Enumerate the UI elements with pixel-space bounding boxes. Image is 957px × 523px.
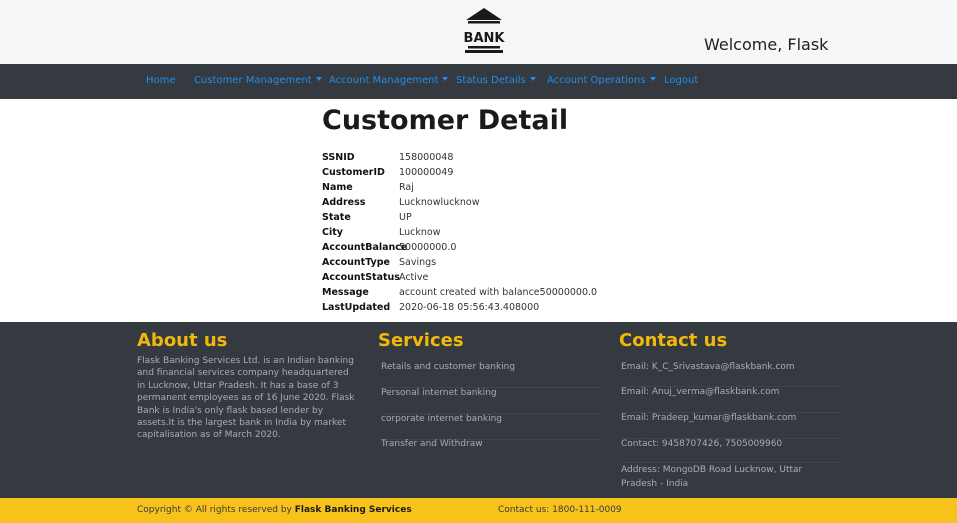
chevron-down-icon bbox=[442, 77, 449, 81]
detail-value: Lucknow bbox=[399, 227, 441, 238]
detail-value: Lucknowlucknow bbox=[399, 197, 480, 208]
detail-label: Address bbox=[322, 197, 366, 208]
detail-label: SSNID bbox=[322, 152, 355, 163]
page-title: Customer Detail bbox=[322, 105, 569, 136]
nav-account-operations[interactable]: Account Operations bbox=[547, 75, 656, 86]
nav-customer-management[interactable]: Customer Management bbox=[194, 75, 322, 86]
service-item[interactable]: Retails and customer banking bbox=[381, 362, 601, 388]
service-item[interactable]: corporate internet banking bbox=[381, 414, 601, 440]
contact-heading: Contact us bbox=[619, 330, 728, 351]
main-navbar: Home Customer Management Account Managem… bbox=[0, 64, 957, 99]
contact-phone: Contact: 9458707426, 7505009960 bbox=[621, 439, 841, 463]
contact-email[interactable]: Email: K_C_Srivastava@flaskbank.com bbox=[621, 362, 841, 387]
detail-label: AccountType bbox=[322, 257, 390, 268]
bottom-contact: Contact us: 1800-111-0009 bbox=[498, 505, 622, 515]
detail-label: Message bbox=[322, 287, 369, 298]
detail-label: CustomerID bbox=[322, 167, 385, 178]
chevron-down-icon bbox=[649, 77, 656, 81]
detail-label: Name bbox=[322, 182, 353, 193]
detail-value: 2020-06-18 05:56:43.408000 bbox=[399, 302, 540, 313]
nav-status-details[interactable]: Status Details bbox=[456, 75, 536, 86]
nav-home[interactable]: Home bbox=[146, 75, 176, 86]
copyright-brand: Flask Banking Services bbox=[294, 505, 412, 515]
copyright-text: Copyright © All rights reserved by Flask… bbox=[137, 505, 412, 515]
nav-account-management[interactable]: Account Management bbox=[329, 75, 449, 86]
contact-email[interactable]: Email: Anuj_verma@flaskbank.com bbox=[621, 387, 841, 413]
welcome-message: Welcome, Flask bbox=[704, 35, 829, 54]
header: BANK Welcome, Flask bbox=[0, 0, 957, 64]
nav-logout[interactable]: Logout bbox=[664, 75, 698, 86]
footer: About us Flask Banking Services Ltd. is … bbox=[0, 322, 957, 498]
detail-value: 100000049 bbox=[399, 167, 454, 178]
logo-text: BANK bbox=[464, 31, 506, 46]
contact-email[interactable]: Email: Pradeep_kumar@flaskbank.com bbox=[621, 413, 841, 439]
chevron-down-icon bbox=[529, 77, 536, 81]
detail-value: UP bbox=[399, 212, 412, 223]
detail-value: 50000000.0 bbox=[399, 242, 457, 253]
detail-value: account created with balance50000000.0 bbox=[399, 287, 598, 298]
detail-label: AccountStatus bbox=[322, 272, 400, 283]
detail-value: 158000048 bbox=[399, 152, 454, 163]
detail-label: AccountBalance bbox=[322, 242, 408, 253]
services-heading: Services bbox=[378, 330, 464, 351]
service-item[interactable]: Personal internet banking bbox=[381, 388, 601, 414]
about-heading: About us bbox=[137, 330, 228, 351]
detail-value: Savings bbox=[399, 257, 437, 268]
detail-value: Active bbox=[399, 272, 429, 283]
bank-logo-icon: BANK bbox=[464, 8, 506, 53]
about-text: Flask Banking Services Ltd. is an Indian… bbox=[137, 356, 355, 441]
detail-label: City bbox=[322, 227, 343, 238]
copyright-bar: Copyright © All rights reserved by Flask… bbox=[0, 498, 957, 523]
detail-label: State bbox=[322, 212, 351, 223]
contact-address: Address: MongoDB Road Lucknow, Uttar Pra… bbox=[621, 465, 803, 489]
service-item[interactable]: Transfer and Withdraw bbox=[381, 439, 601, 465]
chevron-down-icon bbox=[315, 77, 322, 81]
detail-label: LastUpdated bbox=[322, 302, 391, 313]
detail-value: Raj bbox=[399, 182, 414, 193]
